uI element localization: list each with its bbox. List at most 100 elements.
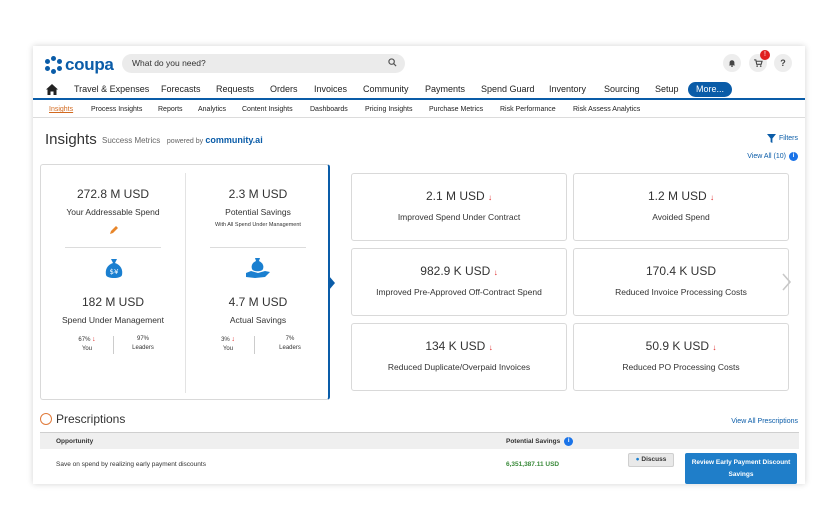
metric-tile[interactable]: 982.9 K USD ↓ Improved Pre-Approved Off-… bbox=[351, 248, 567, 316]
subnav-risk-performance[interactable]: Risk Performance bbox=[500, 106, 556, 113]
powered-by-text: powered by bbox=[166, 138, 204, 145]
chevron-right-icon[interactable] bbox=[779, 272, 793, 292]
metric-tile[interactable]: 170.4 K USD Reduced Invoice Processing C… bbox=[573, 248, 789, 316]
tile-label: Avoided Spend bbox=[652, 212, 710, 222]
discuss-button[interactable]: ● Discuss bbox=[628, 453, 674, 467]
home-icon[interactable] bbox=[46, 84, 58, 95]
nav-travel-expenses[interactable]: Travel & Expenses bbox=[74, 84, 149, 94]
edit-pencil-icon[interactable] bbox=[109, 225, 119, 235]
powered-brand: community.ai bbox=[205, 135, 263, 145]
actual-you-stat: 3% ↓ You bbox=[208, 335, 248, 354]
cart-button[interactable]: ! bbox=[749, 50, 770, 72]
tile-value: 170.4 K USD bbox=[645, 264, 717, 278]
search-icon[interactable] bbox=[388, 58, 397, 67]
sum-leaders-percent: 97% bbox=[136, 336, 149, 342]
metric-tile[interactable]: 2.1 M USD ↓ Improved Spend Under Contrac… bbox=[351, 173, 567, 241]
prescriptions-title: Prescriptions bbox=[56, 412, 126, 426]
subnav-analytics[interactable]: Analytics bbox=[198, 106, 226, 113]
search-input[interactable]: What do you need? bbox=[122, 54, 405, 73]
nav-spend-guard[interactable]: Spend Guard bbox=[481, 84, 535, 94]
prescriptions-icon bbox=[40, 413, 52, 425]
search-placeholder: What do you need? bbox=[132, 58, 206, 68]
down-arrow-icon: ↓ bbox=[712, 343, 717, 352]
addressable-spend-value: 272.8 M USD bbox=[76, 187, 150, 201]
info-icon[interactable]: i bbox=[564, 437, 574, 446]
actual-you-percent: 3% bbox=[221, 337, 230, 343]
nav-sourcing[interactable]: Sourcing bbox=[604, 84, 640, 94]
column-header-opportunity: Opportunity bbox=[56, 438, 94, 445]
chat-icon: ● bbox=[635, 456, 640, 463]
card-pointer-arrow bbox=[329, 276, 335, 290]
sum-leaders-stat: 97% Leaders bbox=[123, 335, 163, 353]
metric-tile[interactable]: 134 K USD ↓ Reduced Duplicate/Overpaid I… bbox=[351, 323, 567, 391]
nav-forecasts[interactable]: Forecasts bbox=[161, 84, 201, 94]
spend-under-management-value: 182 M USD bbox=[81, 295, 145, 309]
subnav-risk-assess-analytics[interactable]: Risk Assess Analytics bbox=[573, 106, 640, 113]
discuss-label: Discuss bbox=[641, 456, 667, 463]
more-button[interactable]: More... bbox=[688, 82, 732, 97]
addressable-spend-label: Your Addressable Spend bbox=[66, 207, 160, 217]
tile-label: Reduced PO Processing Costs bbox=[622, 362, 740, 372]
page-subtitle: Success Metrics powered by community.ai bbox=[102, 135, 263, 145]
help-button[interactable]: ? bbox=[774, 54, 792, 72]
nav-invoices[interactable]: Invoices bbox=[314, 84, 347, 94]
subtitle-text: Success Metrics bbox=[102, 136, 161, 145]
subnav-content-insights[interactable]: Content Insights bbox=[242, 106, 293, 113]
divider bbox=[210, 247, 306, 248]
potential-savings-note: With All Spend Under Management bbox=[215, 222, 301, 228]
opportunity-text: Save on spend by realizing early payment… bbox=[56, 461, 206, 468]
subnav-dashboards[interactable]: Dashboards bbox=[310, 106, 348, 113]
you-label: You bbox=[81, 346, 93, 352]
main-nav: Travel & Expenses Forecasts Requests Ord… bbox=[33, 82, 805, 100]
tile-label: Reduced Invoice Processing Costs bbox=[615, 287, 747, 297]
you-label: You bbox=[222, 346, 234, 352]
nav-setup[interactable]: Setup bbox=[655, 84, 679, 94]
column-divider bbox=[185, 173, 186, 393]
page-title: Insights bbox=[45, 131, 97, 148]
actual-savings-value: 4.7 M USD bbox=[228, 295, 288, 309]
potential-savings-value: 2.3 M USD bbox=[228, 187, 288, 201]
filters-button[interactable]: Filters bbox=[766, 134, 798, 143]
view-all-link[interactable]: View All (10) i bbox=[747, 152, 798, 161]
subnav-pricing-insights[interactable]: Pricing Insights bbox=[365, 106, 412, 113]
logo-icon bbox=[45, 56, 63, 74]
subnav-purchase-metrics[interactable]: Purchase Metrics bbox=[429, 106, 483, 113]
cart-icon bbox=[753, 59, 763, 67]
divider bbox=[254, 336, 255, 354]
view-all-label: View All (10) bbox=[747, 153, 786, 160]
logo-text: coupa bbox=[65, 55, 114, 74]
notifications-button[interactable] bbox=[723, 54, 741, 72]
money-bag-icon: $¥ bbox=[105, 259, 123, 278]
coupa-logo[interactable]: coupa bbox=[45, 55, 114, 75]
subnav-process-insights[interactable]: Process Insights bbox=[91, 106, 142, 113]
savings-header-label: Potential Savings bbox=[506, 438, 561, 445]
nav-community[interactable]: Community bbox=[363, 84, 409, 94]
subnav-reports[interactable]: Reports bbox=[158, 106, 183, 113]
info-icon[interactable]: i bbox=[789, 152, 798, 161]
nav-inventory[interactable]: Inventory bbox=[549, 84, 586, 94]
nav-requests[interactable]: Requests bbox=[216, 84, 254, 94]
leaders-label: Leaders bbox=[279, 345, 301, 351]
review-savings-button[interactable]: Review Early Payment Discount Savings bbox=[685, 453, 797, 484]
filter-icon bbox=[766, 134, 776, 143]
column-header-savings: Potential Savings i bbox=[506, 437, 574, 446]
subnav-insights[interactable]: Insights bbox=[49, 106, 73, 113]
down-arrow-icon: ↓ bbox=[488, 193, 493, 202]
metric-tile[interactable]: 50.9 K USD ↓ Reduced PO Processing Costs bbox=[573, 323, 789, 391]
down-arrow-icon: ↓ bbox=[710, 193, 715, 202]
tile-value: 2.1 M USD ↓ bbox=[425, 189, 493, 203]
tile-value: 134 K USD ↓ bbox=[425, 339, 493, 353]
view-all-prescriptions-link[interactable]: View All Prescriptions bbox=[731, 418, 798, 425]
down-arrow-icon: ↓ bbox=[493, 268, 498, 277]
hand-money-icon bbox=[246, 258, 270, 278]
table-row: Save on spend by realizing early payment… bbox=[40, 450, 799, 484]
down-arrow-icon: ↓ bbox=[488, 343, 493, 352]
cart-badge: ! bbox=[760, 50, 770, 60]
actual-leaders-percent: 7% bbox=[285, 336, 295, 342]
down-arrow-icon: ↓ bbox=[231, 336, 235, 343]
metric-tile[interactable]: 1.2 M USD ↓ Avoided Spend bbox=[573, 173, 789, 241]
nav-payments[interactable]: Payments bbox=[425, 84, 465, 94]
tile-value: 1.2 M USD ↓ bbox=[647, 189, 715, 203]
sum-you-percent: 67% bbox=[78, 337, 91, 343]
nav-orders[interactable]: Orders bbox=[270, 84, 298, 94]
